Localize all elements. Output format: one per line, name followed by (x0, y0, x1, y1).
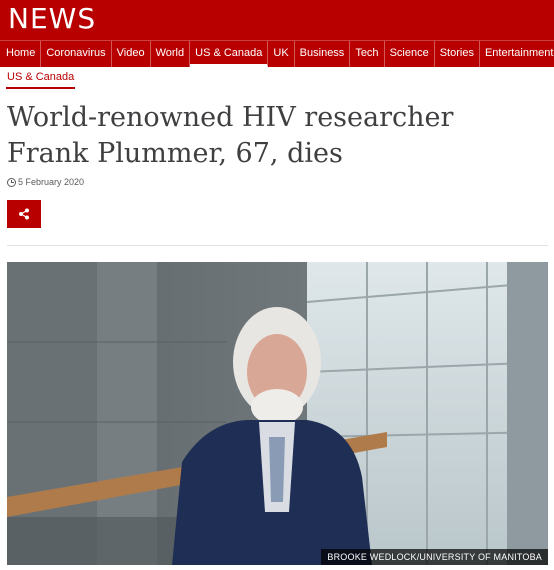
nav-item-business[interactable]: Business (295, 41, 351, 67)
nav-item-tech[interactable]: Tech (350, 41, 385, 67)
share-button[interactable] (7, 200, 41, 228)
photo-illustration (7, 262, 548, 565)
clock-icon (7, 177, 16, 187)
divider (7, 245, 548, 246)
nav-item-stories[interactable]: Stories (435, 41, 480, 67)
article-headline: World-renowned HIV researcher Frank Plum… (7, 102, 454, 169)
nav-item-home[interactable]: Home (0, 41, 42, 67)
nav-item-world[interactable]: World (151, 41, 191, 67)
section-link-us-canada[interactable]: US & Canada (6, 71, 76, 89)
nav-item-science[interactable]: Science (385, 41, 435, 67)
nav-item-video[interactable]: Video (112, 41, 151, 67)
photo-caption: BROOKE WEDLOCK/UNIVERSITY OF MANITOBA (321, 549, 548, 565)
article-photo: BROOKE WEDLOCK/UNIVERSITY OF MANITOBA (7, 262, 548, 565)
article-date: 5 February 2020 (18, 177, 85, 187)
news-logo[interactable]: NEWS (8, 2, 96, 36)
nav-item-entertainment[interactable]: Entertainment (480, 41, 554, 67)
nav-item-coronavirus[interactable]: Coronavirus (41, 41, 112, 67)
masthead: NEWS Home Coronavirus Video World US & C… (0, 0, 554, 67)
article-meta: 5 February 2020 (7, 177, 84, 187)
primary-navigation: Home Coronavirus Video World US & Canada… (0, 40, 554, 67)
share-icon (19, 208, 29, 220)
nav-item-us-canada[interactable]: US & Canada (190, 41, 269, 67)
nav-item-uk[interactable]: UK (268, 41, 295, 67)
nav-list: Home Coronavirus Video World US & Canada… (0, 41, 554, 67)
